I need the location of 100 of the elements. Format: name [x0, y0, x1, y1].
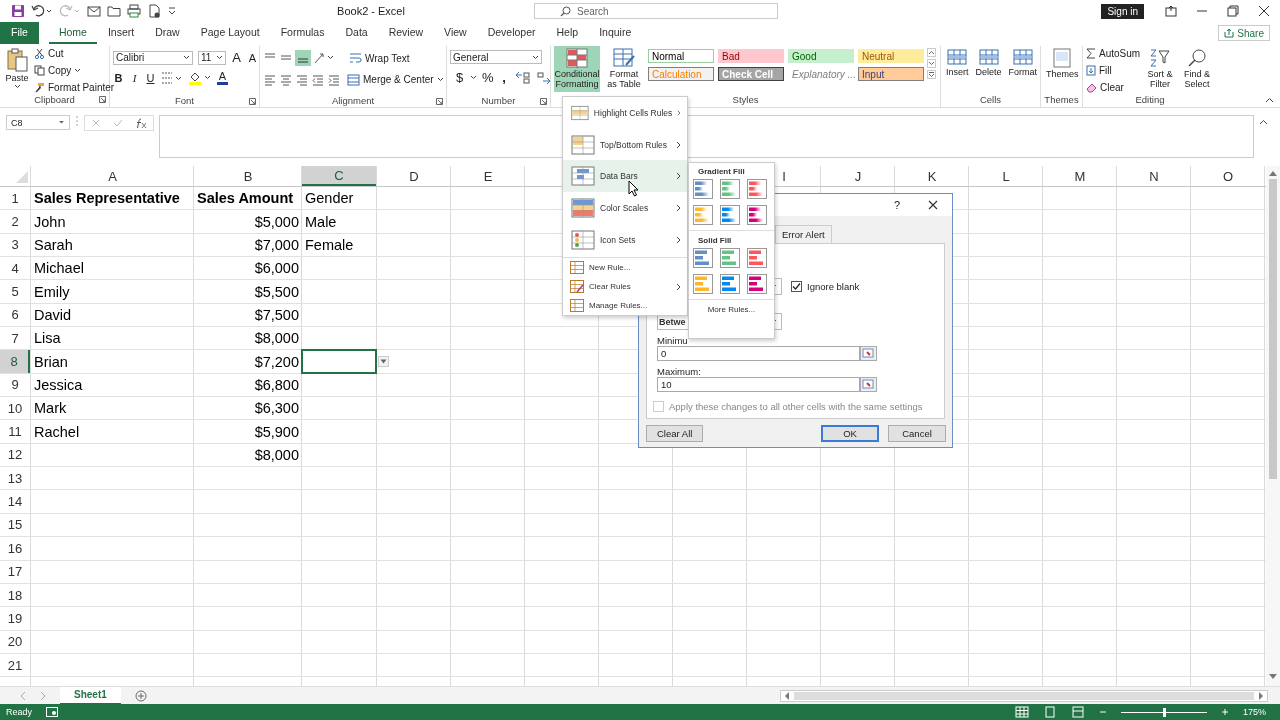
- undo-icon[interactable]: [31, 4, 53, 18]
- ribbon-tab[interactable]: Help: [546, 22, 589, 44]
- row-header[interactable]: 15: [0, 513, 30, 537]
- data-bar-swatch[interactable]: [747, 248, 767, 268]
- ribbon-tab[interactable]: Data: [335, 22, 378, 44]
- dropdown-button[interactable]: [378, 356, 389, 368]
- ignore-blank-checkbox[interactable]: Ignore blank: [791, 281, 860, 292]
- cell-style-swatch[interactable]: Bad: [718, 49, 784, 63]
- data-bar-swatch[interactable]: [720, 248, 740, 268]
- underline-button[interactable]: U: [145, 72, 156, 84]
- column-letter[interactable]: M: [1074, 168, 1086, 184]
- cell-style-swatch[interactable]: Neutral: [858, 49, 924, 63]
- align-center-icon[interactable]: [279, 72, 293, 87]
- page-layout-icon[interactable]: [1042, 706, 1057, 718]
- column-letter[interactable]: N: [1149, 168, 1159, 184]
- range-picker-icon[interactable]: [860, 346, 877, 361]
- column-header[interactable]: C: [302, 166, 376, 186]
- sign-in-button[interactable]: Sign in: [1101, 3, 1144, 19]
- row-header[interactable]: 19: [0, 607, 30, 630]
- cells-button[interactable]: Delete: [973, 46, 1004, 79]
- name-box[interactable]: C8: [6, 115, 70, 130]
- autosum-button[interactable]: AutoSum: [1086, 46, 1141, 61]
- email-icon[interactable]: [87, 4, 101, 18]
- cell-style-swatch[interactable]: Input: [858, 67, 924, 81]
- collapse-ribbon-icon[interactable]: [1265, 97, 1274, 103]
- dialog-tab[interactable]: Error Alert: [775, 225, 832, 243]
- data-bar-swatch[interactable]: [720, 274, 740, 294]
- menu-item[interactable]: More Rules...: [689, 301, 774, 318]
- dialog-launcher-icon[interactable]: [249, 97, 256, 105]
- row-header[interactable]: 11: [0, 420, 30, 443]
- conditional-formatting-button[interactable]: Conditional Formatting: [554, 46, 600, 92]
- merge-center-button[interactable]: Merge & Center: [347, 72, 444, 87]
- ribbon-tab[interactable]: Page Layout: [190, 22, 270, 44]
- row-header[interactable]: 18: [0, 583, 30, 607]
- ribbon-tab[interactable]: Draw: [145, 22, 190, 44]
- dialog-launcher-icon[interactable]: [436, 97, 443, 105]
- checkbox[interactable]: [791, 281, 802, 292]
- column-letter[interactable]: I: [782, 168, 786, 184]
- ribbon-tab[interactable]: File: [0, 22, 39, 44]
- menu-item[interactable]: Data Bars: [563, 160, 687, 193]
- scroll-down-icon[interactable]: [1269, 674, 1277, 680]
- scroll-up-icon[interactable]: [927, 48, 936, 57]
- bold-button[interactable]: B: [113, 72, 124, 84]
- ribbon-tab[interactable]: Inquire: [589, 22, 642, 44]
- percent-button[interactable]: %: [482, 70, 494, 85]
- align-left-icon[interactable]: [263, 72, 277, 87]
- dialog-button[interactable]: OK: [821, 425, 879, 442]
- data-bar-swatch[interactable]: [747, 274, 767, 294]
- font-size-dropdown[interactable]: 11: [198, 50, 226, 65]
- cells-button[interactable]: Insert: [944, 46, 971, 79]
- comma-button[interactable]: ,: [498, 70, 510, 85]
- format-as-table-button[interactable]: Format as Table: [603, 46, 645, 91]
- data-bar-swatch[interactable]: [747, 179, 767, 199]
- drag-handle-icon[interactable]: [75, 115, 79, 127]
- clear-button[interactable]: Clear: [1086, 80, 1141, 95]
- ribbon-tab[interactable]: Insert: [97, 22, 145, 44]
- column-letter[interactable]: E: [483, 168, 493, 184]
- paste-button[interactable]: Paste: [3, 46, 31, 91]
- normal-view-icon[interactable]: [1014, 706, 1029, 718]
- data-bar-swatch[interactable]: [747, 205, 767, 225]
- ribbon-tab[interactable]: Review: [378, 22, 434, 44]
- menu-item[interactable]: Color Scales: [563, 192, 687, 224]
- row-header[interactable]: 17: [0, 560, 30, 583]
- zoom-out-icon[interactable]: [1098, 708, 1107, 716]
- dialog-launcher-icon[interactable]: [540, 97, 547, 105]
- cut-button[interactable]: Cut: [34, 46, 115, 61]
- data-bar-swatch[interactable]: [720, 205, 740, 225]
- row-header[interactable]: 14: [0, 490, 30, 513]
- row-header[interactable]: 4: [0, 257, 30, 280]
- font-name-dropdown[interactable]: Calibri: [113, 50, 193, 65]
- macro-recording-icon[interactable]: [46, 707, 58, 717]
- row-header[interactable]: 5: [0, 280, 30, 303]
- data-bar-swatch[interactable]: [693, 274, 713, 294]
- column-letter[interactable]: A: [108, 168, 117, 184]
- close-icon[interactable]: [1258, 5, 1270, 17]
- menu-item[interactable]: Highlight Cells Rules: [563, 97, 687, 129]
- borders-icon[interactable]: [161, 72, 183, 84]
- row-header[interactable]: 3: [0, 233, 30, 257]
- row-header[interactable]: 12: [0, 443, 30, 467]
- page-break-icon[interactable]: [1070, 706, 1085, 718]
- close-icon[interactable]: [928, 200, 938, 210]
- number-format-dropdown[interactable]: General: [450, 50, 542, 64]
- row-header[interactable]: 7: [0, 327, 30, 350]
- insert-function-icon[interactable]: [135, 117, 147, 129]
- dialog-button[interactable]: Cancel: [888, 425, 946, 442]
- column-letter[interactable]: O: [1222, 168, 1234, 184]
- row-header[interactable]: 21: [0, 653, 30, 677]
- ribbon-tab[interactable]: Formulas: [270, 22, 335, 44]
- column-letter[interactable]: L: [1002, 168, 1010, 184]
- sort-filter-button[interactable]: Sort & Filter: [1143, 46, 1178, 91]
- currency-button[interactable]: $: [454, 70, 465, 85]
- data-bar-swatch[interactable]: [693, 248, 713, 268]
- find-select-button[interactable]: Find & Select: [1180, 46, 1214, 91]
- caret-icon[interactable]: [470, 75, 477, 80]
- column-letter[interactable]: K: [927, 168, 937, 184]
- add-sheet-icon[interactable]: [134, 689, 147, 702]
- row-header[interactable]: 10: [0, 397, 30, 420]
- row-header[interactable]: 9: [0, 373, 30, 397]
- bottom-align-icon[interactable]: [295, 50, 311, 66]
- dialog-launcher-icon[interactable]: [99, 96, 106, 103]
